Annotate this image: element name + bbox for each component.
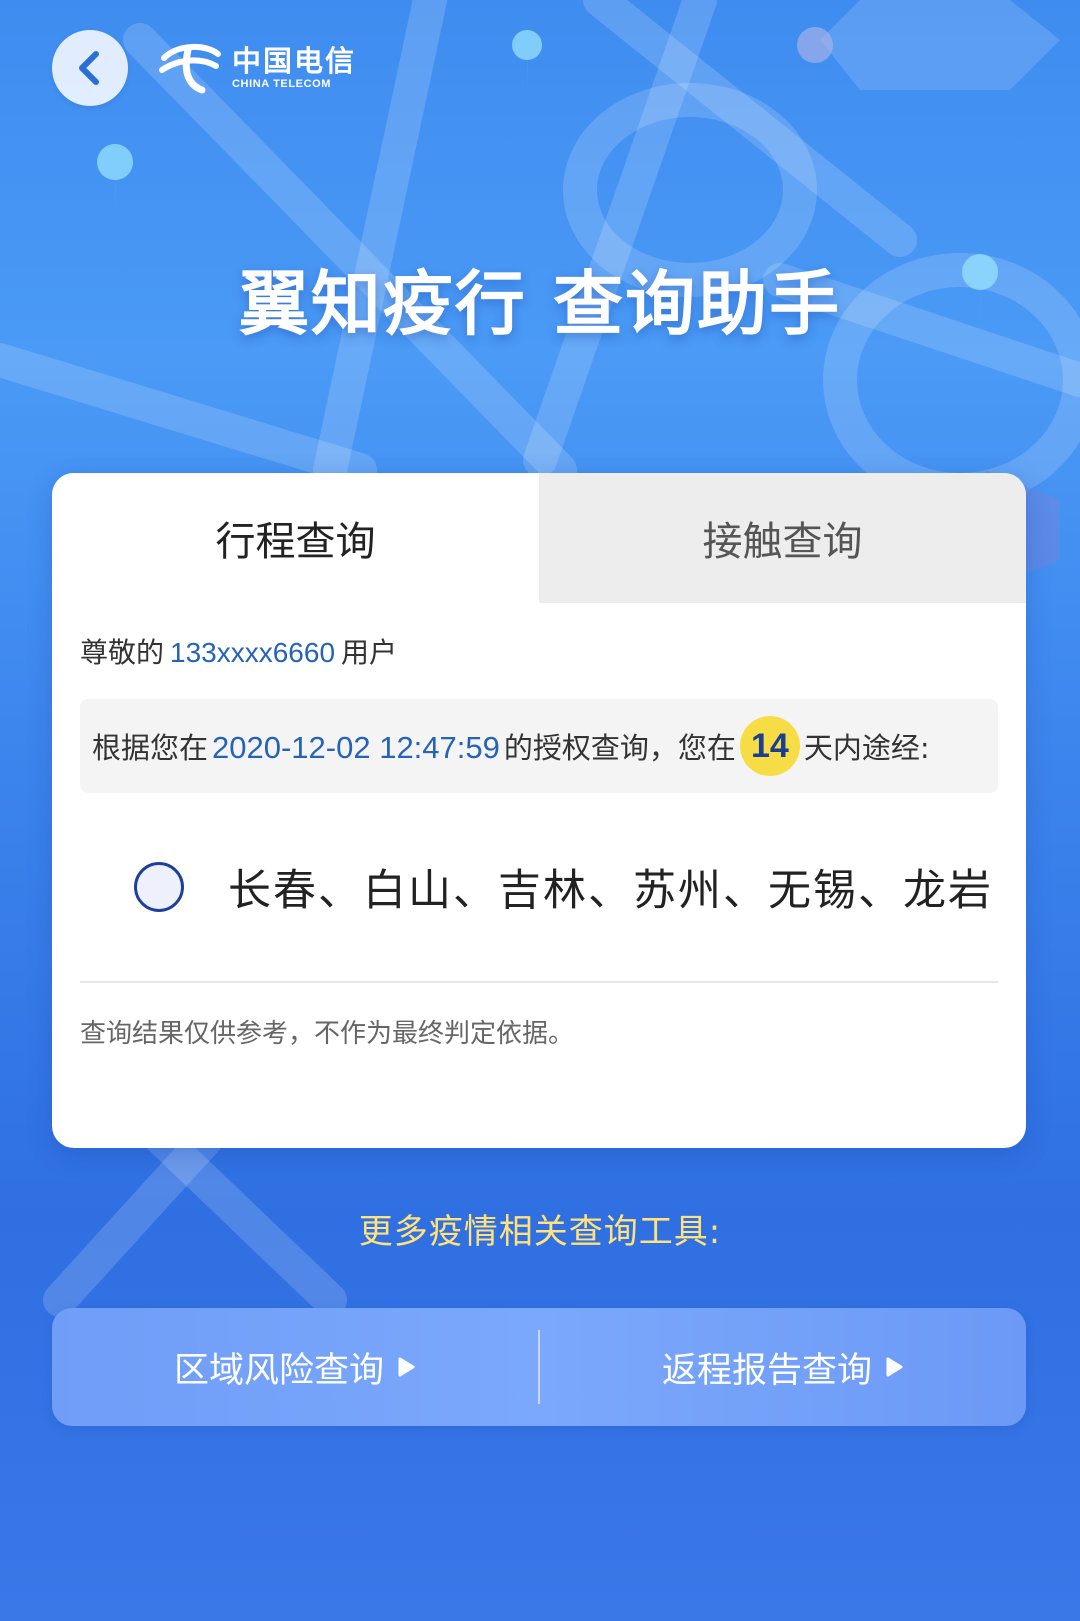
visited-cities: 长春、白山、吉林、苏州、无锡、龙岩 [228,866,993,916]
query-card: 行程查询 接触查询 尊敬的 133xxxx6660 用户 根据您在 2020-12-0… [52,473,1026,1148]
more-tools-bar: 区域风险查询 返程报告查询 [52,1308,1026,1426]
play-arrow-icon [396,1356,416,1378]
tab-itinerary-query[interactable]: 行程查询 [52,473,539,603]
greeting-suffix: 用户 [341,636,398,669]
area-risk-query-label: 区域风险查询 [173,1350,384,1391]
china-telecom-logo: 中国电信 CHINA TELECOM [158,40,356,96]
info-middle: 的授权查询，您在 [503,731,736,765]
info-prefix: 根据您在 [92,731,209,765]
return-report-query-button[interactable]: 返程报告查询 [540,1308,1026,1426]
return-report-query-label: 返程报告查询 [661,1350,872,1391]
visited-cities-row: 长春、白山、吉林、苏州、无锡、龙岩 [52,793,1026,981]
more-tools-title: 更多疫情相关查询工具: [358,1212,722,1252]
chevron-left-icon [79,51,99,85]
play-arrow-icon [884,1356,904,1378]
back-button[interactable] [52,30,128,106]
china-telecom-logo-icon [159,44,221,94]
query-datetime: 2020-12-02 12:47:59 [212,730,500,765]
greeting-prefix: 尊敬的 [80,636,165,669]
user-greeting: 尊敬的 133xxxx6660 用户 [52,603,1026,671]
query-info-box: 根据您在 2020-12-02 12:47:59 的授权查询，您在 14 天内途经: [80,699,998,793]
query-tabs: 行程查询 接触查询 [52,473,1026,603]
page-title: 翼知疫行 查询助手 [238,263,842,345]
info-suffix: 天内途经: [803,731,930,765]
header: 中国电信 CHINA TELECOM [52,30,356,106]
days-badge: 14 [739,716,800,776]
cities-radio-icon [134,862,184,912]
logo-chinese-text: 中国电信 [232,43,357,78]
disclaimer: 查询结果仅供参考，不作为最终判定依据。 [80,1019,575,1049]
logo-english-text: CHINA TELECOM [232,77,332,90]
tab-contact-query[interactable]: 接触查询 [539,473,1026,603]
area-risk-query-button[interactable]: 区域风险查询 [52,1308,538,1426]
user-phone: 133xxxx6660 [170,637,336,668]
